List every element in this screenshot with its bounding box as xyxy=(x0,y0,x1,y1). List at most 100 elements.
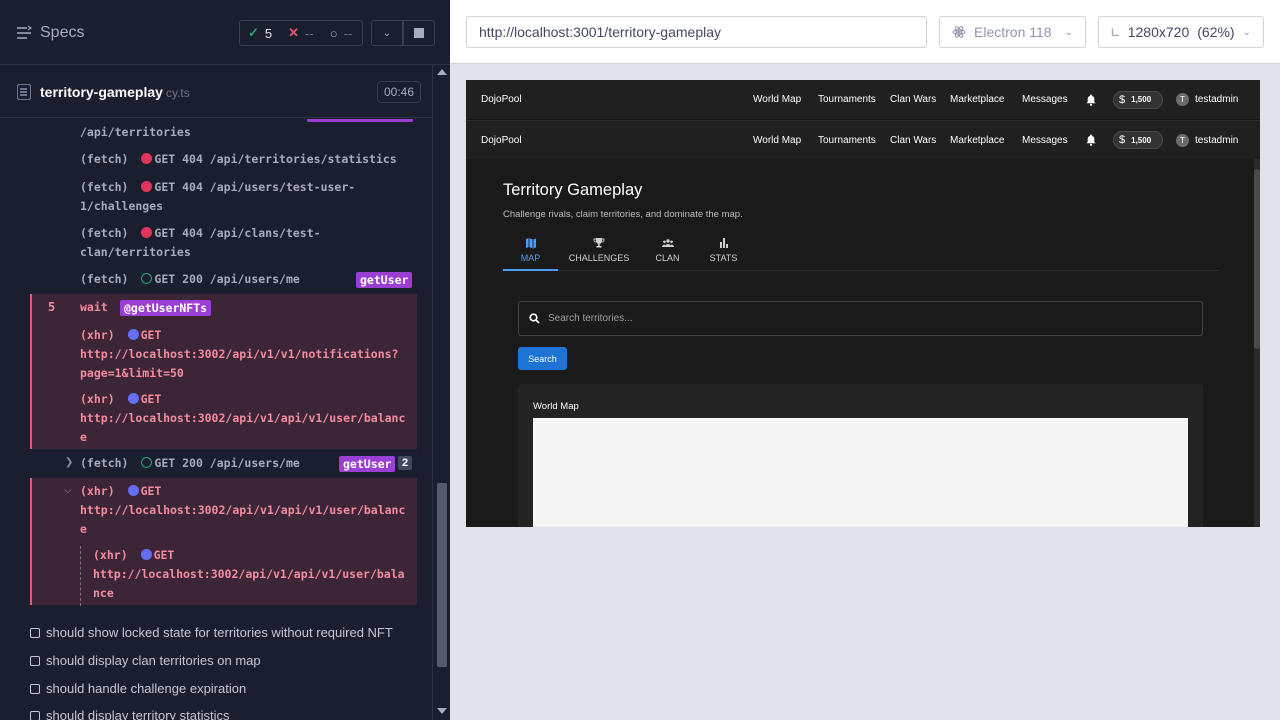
chevron-down-icon: ⌄ xyxy=(382,27,392,39)
alias-badge: getUser xyxy=(339,456,396,472)
balance-amount: 1,500 xyxy=(1131,135,1152,145)
balance-chip[interactable]: $1,500 xyxy=(1113,131,1163,149)
trophy-icon xyxy=(593,238,605,248)
pending-dot-icon xyxy=(127,393,139,404)
test-title: should handle challenge expiration xyxy=(46,681,247,696)
command-row[interactable]: (fetch) GET 200 /api/users/me xyxy=(80,454,300,473)
command-row[interactable]: (fetch) GET 200 /api/users/me xyxy=(80,270,300,289)
tab-clan[interactable]: CLAN xyxy=(645,235,690,271)
command-row[interactable]: /api/territories xyxy=(80,123,191,142)
nav-link-messages[interactable]: Messages xyxy=(1022,94,1068,105)
checkbox-icon xyxy=(30,655,40,666)
pending-dot-icon xyxy=(127,485,139,496)
bell-icon[interactable] xyxy=(1086,94,1096,106)
bar-chart-icon xyxy=(719,238,728,248)
chevron-right-icon[interactable]: ❯ xyxy=(65,457,73,468)
tab-label: MAP xyxy=(520,253,541,263)
alias-badge: getUser xyxy=(356,272,413,288)
command-status: GET xyxy=(140,392,162,406)
test-title: should display territory statistics xyxy=(46,708,230,720)
wait-command[interactable]: wait xyxy=(80,298,108,317)
app-navbar: DojoPool World Map Tournaments Clan Wars… xyxy=(466,80,1260,119)
scroll-thumb[interactable] xyxy=(437,483,447,667)
pending-dot-icon xyxy=(140,549,152,560)
passed-count: 5 xyxy=(264,25,273,41)
reporter-scrollbar[interactable] xyxy=(432,65,450,720)
preview-toolbar: http://localhost:3001/territory-gameplay… xyxy=(450,0,1280,64)
failed-count: -- xyxy=(305,25,314,41)
command-url-cont: e xyxy=(80,522,87,536)
dollar-icon: $ xyxy=(1119,93,1126,106)
command-status: GET xyxy=(140,484,162,498)
avatar[interactable]: T xyxy=(1176,133,1189,147)
nav-link-marketplace[interactable]: Marketplace xyxy=(950,94,1004,105)
command-log: /api/territories (fetch) GET 404 /api/te… xyxy=(0,119,432,720)
map-canvas[interactable] xyxy=(533,418,1188,527)
alias-count: 2 xyxy=(398,456,413,470)
viewport-selector[interactable]: 1280x720 (62%) ⌄ xyxy=(1098,16,1264,48)
options-dropdown-button[interactable]: ⌄ xyxy=(371,20,403,46)
url-bar[interactable]: http://localhost:3001/territory-gameplay xyxy=(466,16,927,48)
nav-link-marketplace[interactable]: Marketplace xyxy=(950,135,1004,146)
test-item[interactable]: should handle challenge expiration xyxy=(30,681,246,696)
command-status: GET 404 /api/clans/test- xyxy=(154,226,321,240)
command-row[interactable]: (xhr) GET http://localhost:3002/api/v1/v… xyxy=(80,326,399,383)
nav-link-clan-wars[interactable]: Clan Wars xyxy=(890,135,936,146)
balance-chip[interactable]: $1,500 xyxy=(1113,90,1163,109)
nav-link-messages[interactable]: Messages xyxy=(1022,135,1068,146)
browser-name: Electron 118 xyxy=(974,24,1052,40)
search-input[interactable]: Search territories... xyxy=(518,301,1203,336)
brand-logo[interactable]: DojoPool xyxy=(481,94,522,105)
passed-stat: ✓ 5 xyxy=(240,25,280,41)
nav-link-world-map[interactable]: World Map xyxy=(753,94,801,105)
scroll-up-icon[interactable] xyxy=(437,69,447,75)
app-scrollbar[interactable] xyxy=(1254,159,1260,527)
nav-link-tournaments[interactable]: Tournaments xyxy=(818,94,876,105)
username[interactable]: testadmin xyxy=(1195,94,1238,105)
specs-toggle-button[interactable]: Specs xyxy=(16,24,84,42)
nav-link-tournaments[interactable]: Tournaments xyxy=(818,135,876,146)
test-item[interactable]: should show locked state for territories… xyxy=(30,625,393,640)
test-title: should show locked state for territories… xyxy=(46,625,393,640)
app-scroll-thumb[interactable] xyxy=(1254,169,1260,349)
stop-button[interactable] xyxy=(403,20,435,46)
command-row-nested[interactable]: (xhr) GET http://localhost:3002/api/v1/a… xyxy=(93,546,405,603)
command-row[interactable]: (xhr) GET http://localhost:3002/api/v1/a… xyxy=(80,390,405,447)
chevron-down-icon[interactable]: ⌵ xyxy=(64,485,72,496)
avatar[interactable]: T xyxy=(1176,93,1189,106)
command-row[interactable]: (fetch) GET 404 /api/territories/statist… xyxy=(80,150,397,169)
pending-count: -- xyxy=(343,25,353,41)
tab-stats[interactable]: STATS xyxy=(701,235,746,271)
command-row[interactable]: (fetch) GET 404 /api/users/test-user- 1/… xyxy=(80,178,355,216)
tab-label: STATS xyxy=(709,253,738,263)
world-map-card: World Map xyxy=(518,384,1203,527)
search-icon xyxy=(529,313,540,324)
map-card-title: World Map xyxy=(533,401,579,412)
alias-badge: @getUserNFTs xyxy=(120,300,212,316)
error-dot-icon xyxy=(141,181,153,192)
ruler-icon xyxy=(1111,28,1120,37)
username[interactable]: testadmin xyxy=(1195,135,1238,146)
tab-challenges[interactable]: CHALLENGES xyxy=(563,235,635,271)
nav-link-clan-wars[interactable]: Clan Wars xyxy=(890,94,936,105)
test-item[interactable]: should display clan territories on map xyxy=(30,653,261,668)
search-button[interactable]: Search xyxy=(518,347,567,370)
tab-map[interactable]: MAP xyxy=(503,235,558,271)
test-item[interactable]: should display territory statistics xyxy=(30,708,230,720)
success-dot-icon xyxy=(141,273,153,284)
spec-name[interactable]: territory-gameplay cy.ts xyxy=(40,84,190,100)
nav-link-world-map[interactable]: World Map xyxy=(753,135,801,146)
command-row[interactable]: (xhr) GET http://localhost:3002/api/v1/a… xyxy=(80,482,405,539)
scroll-down-icon[interactable] xyxy=(437,708,447,714)
browser-selector[interactable]: Electron 118 ⌄ xyxy=(939,16,1086,48)
brand-logo[interactable]: DojoPool xyxy=(481,135,522,146)
command-status-cont: 1/challenges xyxy=(80,199,164,213)
reporter-header: Specs ✓ 5 ✕ -- ○ -- ⌄ xyxy=(0,0,450,65)
specs-label: Specs xyxy=(40,24,85,41)
test-title: should display clan territories on map xyxy=(46,653,261,668)
success-dot-icon xyxy=(141,457,153,468)
spec-name-text: territory-gameplay xyxy=(40,84,163,100)
command-row[interactable]: (fetch) GET 404 /api/clans/test- clan/te… xyxy=(80,224,321,262)
bell-icon[interactable] xyxy=(1086,134,1096,146)
nested-guide xyxy=(80,546,81,606)
